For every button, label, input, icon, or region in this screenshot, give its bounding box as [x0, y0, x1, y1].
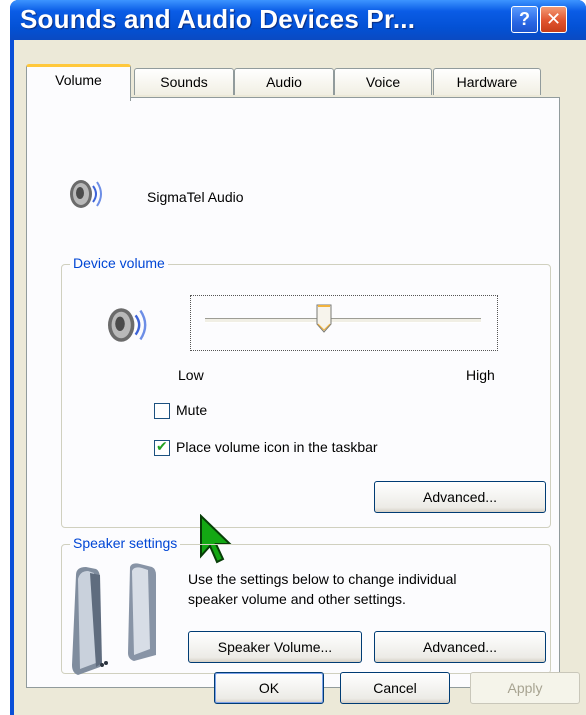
- volume-slider-thumb[interactable]: [315, 304, 333, 334]
- dialog-window: Sounds and Audio Devices Pr... ? ✕ Volum…: [10, 0, 586, 715]
- tab-volume[interactable]: Volume: [26, 64, 131, 101]
- volume-slider[interactable]: [190, 295, 498, 351]
- apply-button[interactable]: Apply: [470, 672, 580, 704]
- tab-hardware[interactable]: Hardware: [433, 68, 541, 95]
- title-bar[interactable]: Sounds and Audio Devices Pr... ? ✕: [10, 0, 586, 40]
- volume-low-label: Low: [178, 367, 204, 383]
- taskbar-icon-label[interactable]: Place volume icon in the taskbar: [176, 439, 378, 455]
- tab-strip: Volume Sounds Audio Voice Hardware: [14, 40, 586, 101]
- tab-audio[interactable]: Audio: [234, 68, 334, 95]
- device-name: SigmaTel Audio: [147, 189, 244, 205]
- volume-tab-panel: SigmaTel Audio Device volume Low High Mu…: [26, 97, 560, 688]
- ok-button[interactable]: OK: [214, 672, 324, 704]
- speaker-settings-group-label: Speaker settings: [70, 535, 181, 551]
- device-volume-group-label: Device volume: [70, 255, 168, 271]
- speaker-settings-description-line2: speaker volume and other settings.: [188, 591, 406, 607]
- speaker-volume-button[interactable]: Speaker Volume...: [188, 631, 362, 663]
- volume-slider-track: [205, 318, 481, 323]
- speakers-icon: [72, 563, 156, 675]
- close-button[interactable]: ✕: [540, 6, 567, 33]
- tab-voice[interactable]: Voice: [334, 68, 432, 95]
- dialog-client-area: Volume Sounds Audio Voice Hardware Sigma…: [14, 40, 586, 715]
- speaker-advanced-button[interactable]: Advanced...: [374, 631, 546, 663]
- checkmark-icon: ✔: [156, 438, 168, 454]
- speaker-settings-description-line1: Use the settings below to change individ…: [188, 571, 457, 587]
- volume-speaker-icon: [108, 308, 147, 342]
- tab-sounds[interactable]: Sounds: [134, 68, 234, 95]
- taskbar-icon-checkbox[interactable]: ✔: [154, 438, 170, 456]
- device-volume-advanced-button[interactable]: Advanced...: [374, 481, 546, 513]
- mute-label[interactable]: Mute: [176, 402, 207, 418]
- help-button[interactable]: ?: [511, 6, 538, 33]
- volume-high-label: High: [466, 367, 495, 383]
- speaker-icon: [70, 180, 102, 208]
- device-volume-group: Device volume Low High Mute ✔ Place volu…: [61, 255, 551, 528]
- window-title: Sounds and Audio Devices Pr...: [20, 4, 416, 34]
- mute-checkbox[interactable]: [154, 403, 170, 419]
- cancel-button[interactable]: Cancel: [340, 672, 450, 704]
- speaker-settings-group: Speaker settings Use the settings below …: [61, 535, 551, 675]
